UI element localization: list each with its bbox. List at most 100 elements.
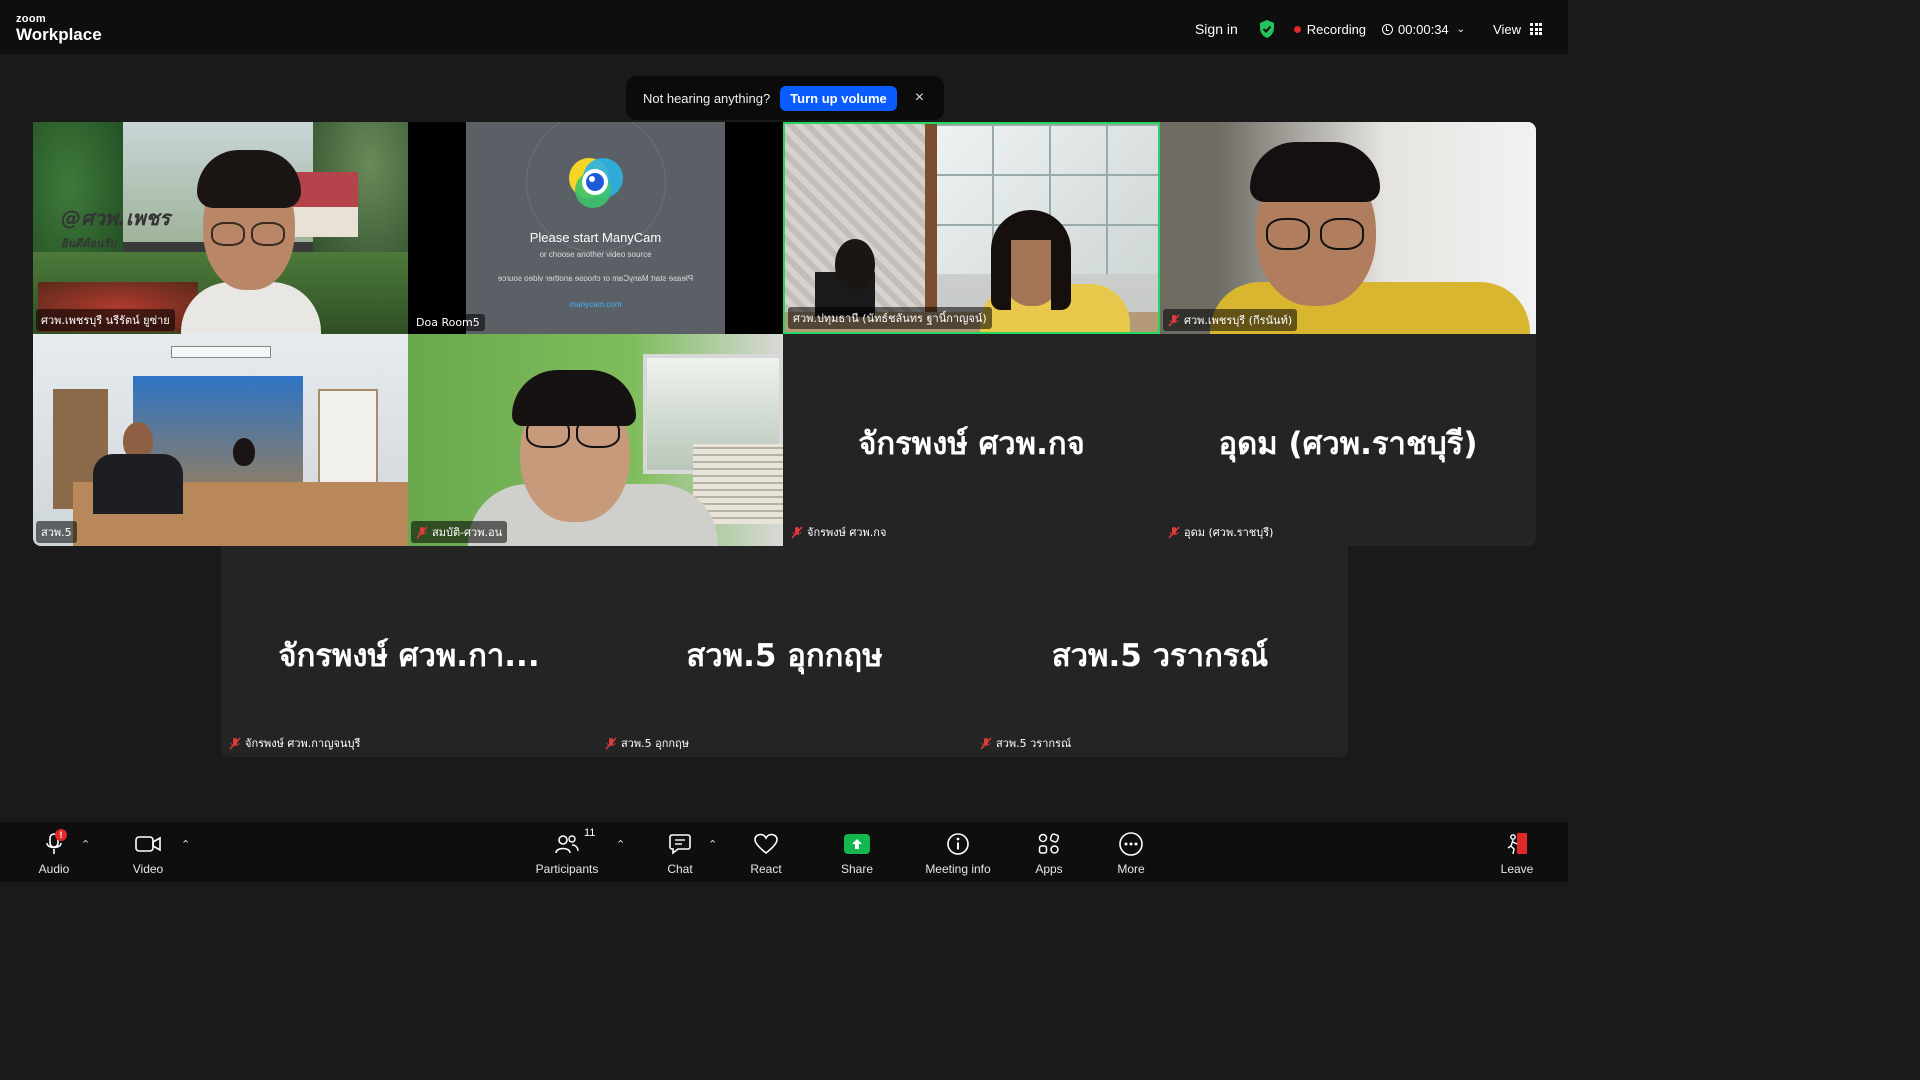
more-button[interactable]: More (1091, 830, 1171, 876)
participant-label: Doa Room5 (411, 314, 485, 331)
apps-icon (1038, 833, 1060, 854)
audio-button[interactable]: ! Audio (14, 829, 94, 876)
top-bar: zoom Workplace Sign in Recording 00:00:3… (0, 0, 1568, 54)
share-label: Share (840, 862, 874, 876)
mic-muted-icon (1168, 313, 1180, 327)
mic-muted-icon (605, 736, 617, 750)
participants-button[interactable]: 11 Participants (527, 827, 607, 876)
participant-name: สวพ.5 วรากรณ์ (996, 737, 1072, 750)
manycam-mirrored-text: Please start ManyCam or choose another v… (497, 274, 694, 283)
participant-label: สวพ.5 อุกกฤษ (600, 732, 694, 754)
name-tile-t11[interactable]: สวพ.5 วรากรณ์ สวพ.5 วรากรณ์ (972, 546, 1348, 757)
participant-name: สวพ.5 (41, 526, 72, 539)
chat-button[interactable]: Chat (640, 830, 720, 876)
share-button[interactable]: Share (817, 830, 897, 876)
video-tile-t4[interactable]: ศวพ.เพชรบุรี (กีรนันท์) (1160, 122, 1536, 334)
audio-label: Audio (38, 862, 70, 876)
volume-notification: Not hearing anything? Turn up volume × (626, 76, 944, 120)
welcome-sign: @ศวพ.เพชร ยินดีต้อนรับ (61, 202, 181, 252)
apps-button[interactable]: Apps (1009, 830, 1089, 876)
top-right-controls: Sign in Recording 00:00:34 ⌄ View (1195, 0, 1542, 58)
logo-big-text: Workplace (16, 25, 102, 44)
participant-name: จักรพงษ์ ศวพ.กาญจนบุรี (245, 737, 361, 750)
camera-icon (135, 836, 161, 852)
close-icon[interactable]: × (915, 89, 924, 107)
chat-options-caret-icon[interactable]: ⌃ (708, 838, 717, 851)
manycam-subtitle: or choose another video source (539, 250, 652, 259)
shield-check-icon[interactable] (1258, 19, 1276, 39)
video-tile-t3[interactable]: ศวพ.ปทุมธานี (นัทธ์ชลันทร ฐานิ์กาญจน์) (783, 122, 1160, 334)
react-label: React (750, 862, 782, 876)
leave-button[interactable]: Leave (1477, 830, 1557, 876)
participant-name: อุดม (ศวพ.ราชบุรี) (1184, 526, 1274, 539)
participant-label: ศวพ.ปทุมธานี (นัทธ์ชลันทร ฐานิ์กาญจน์) (788, 307, 992, 329)
participant-display-name: สวพ.5 อุกกฤษ (686, 638, 883, 674)
more-label: More (1117, 862, 1145, 876)
mic-muted-icon (791, 525, 803, 539)
video-tile-t5[interactable]: สวพ.5 (33, 334, 408, 546)
heart-icon (754, 833, 778, 855)
turn-up-volume-button[interactable]: Turn up volume (780, 85, 897, 111)
recording-indicator[interactable]: Recording (1293, 21, 1367, 37)
meeting-info-label: Meeting info (925, 862, 991, 876)
manycam-link: manycam.com (569, 300, 622, 309)
participant-display-name: จักรพงษ์ ศวพ.กา... (278, 638, 540, 674)
welcome-sign-text: @ศวพ.เพชร (61, 206, 171, 230)
mic-muted-icon (416, 525, 428, 539)
welcome-sign-subtext: ยินดีต้อนรับ (61, 237, 117, 250)
participant-label: จักรพงษ์ ศวพ.กจ (786, 521, 891, 543)
participant-name: จักรพงษ์ ศวพ.กจ (807, 526, 887, 539)
video-button[interactable]: Video (108, 830, 188, 876)
participant-label: ศวพ.เพชรบุรี นรีรัตน์ ยูซ่าย (36, 309, 175, 331)
chat-label: Chat (667, 862, 693, 876)
manycam-logo-icon (569, 158, 623, 208)
video-options-caret-icon[interactable]: ⌃ (181, 838, 190, 851)
video-tile-t1[interactable]: @ศวพ.เพชร ยินดีต้อนรับ ศวพ.เพชรบุรี นรีร… (33, 122, 408, 334)
manycam-title: Please start ManyCam (529, 230, 662, 245)
participants-label: Participants (535, 862, 599, 876)
participant-label: ศวพ.เพชรบุรี (กีรนันท์) (1163, 309, 1298, 331)
mic-muted-icon (229, 736, 241, 750)
video-tile-t6[interactable]: สมบัติ-ศวพ.อน (408, 334, 783, 546)
grid-icon (1530, 23, 1542, 35)
participant-name: สมบัติ-ศวพ.อน (432, 526, 503, 539)
meeting-toolbar: ! Audio ⌃ Video ⌃ 11 Participants ⌃ Chat… (0, 822, 1568, 882)
participant-label: อุดม (ศวพ.ราชบุรี) (1163, 521, 1278, 543)
participant-name: ศวพ.ปทุมธานี (นัทธ์ชลันทร ฐานิ์กาญจน์) (793, 312, 987, 325)
chevron-down-icon: ⌄ (1456, 23, 1466, 35)
participant-display-name: จักรพงษ์ ศวพ.กจ (858, 426, 1085, 462)
apps-label: Apps (1035, 862, 1063, 876)
video-label: Video (132, 862, 164, 876)
meeting-timer[interactable]: 00:00:34 ⌄ (1382, 22, 1465, 37)
participants-icon (555, 835, 579, 854)
participant-display-name: สวพ.5 วรากรณ์ (1051, 638, 1269, 674)
name-tile-t9[interactable]: จักรพงษ์ ศวพ.กา... จักรพงษ์ ศวพ.กาญจนบุร… (221, 546, 597, 757)
clock-icon (1382, 23, 1394, 35)
view-label: View (1493, 21, 1521, 37)
more-icon (1119, 832, 1143, 856)
timer-value: 00:00:34 (1398, 21, 1449, 37)
video-tile-t2[interactable]: Please start ManyCam or choose another v… (408, 122, 783, 334)
name-tile-t7[interactable]: จักรพงษ์ ศวพ.กจ จักรพงษ์ ศวพ.กจ (783, 334, 1160, 546)
leave-label: Leave (1500, 862, 1534, 876)
recording-label: Recording (1306, 21, 1367, 37)
logo-small-text: zoom (16, 13, 46, 25)
name-tile-t8[interactable]: อุดม (ศวพ.ราชบุรี) อุดม (ศวพ.ราชบุรี) (1160, 334, 1536, 546)
participant-label: สวพ.5 (36, 521, 77, 543)
participant-label: จักรพงษ์ ศวพ.กาญจนบุรี (224, 732, 365, 754)
share-arrow-icon (844, 834, 870, 854)
meeting-info-button[interactable]: Meeting info (918, 830, 998, 876)
react-button[interactable]: React (726, 830, 806, 876)
participants-options-caret-icon[interactable]: ⌃ (616, 838, 625, 851)
participant-name: ศวพ.เพชรบุรี (กีรนันท์) (1184, 314, 1293, 327)
name-tile-t10[interactable]: สวพ.5 อุกกฤษ สวพ.5 อุกกฤษ (597, 546, 972, 757)
leave-icon (1507, 833, 1527, 855)
mic-muted-icon (1168, 525, 1180, 539)
view-button[interactable]: View (1493, 22, 1542, 37)
banner-message: Not hearing anything? (643, 90, 771, 106)
sign-in-link[interactable]: Sign in (1195, 21, 1238, 37)
participant-name: ศวพ.เพชรบุรี นรีรัตน์ ยูซ่าย (41, 314, 170, 327)
info-icon (947, 833, 969, 855)
audio-options-caret-icon[interactable]: ⌃ (81, 838, 90, 851)
zoom-workplace-logo: zoom Workplace (16, 13, 102, 44)
